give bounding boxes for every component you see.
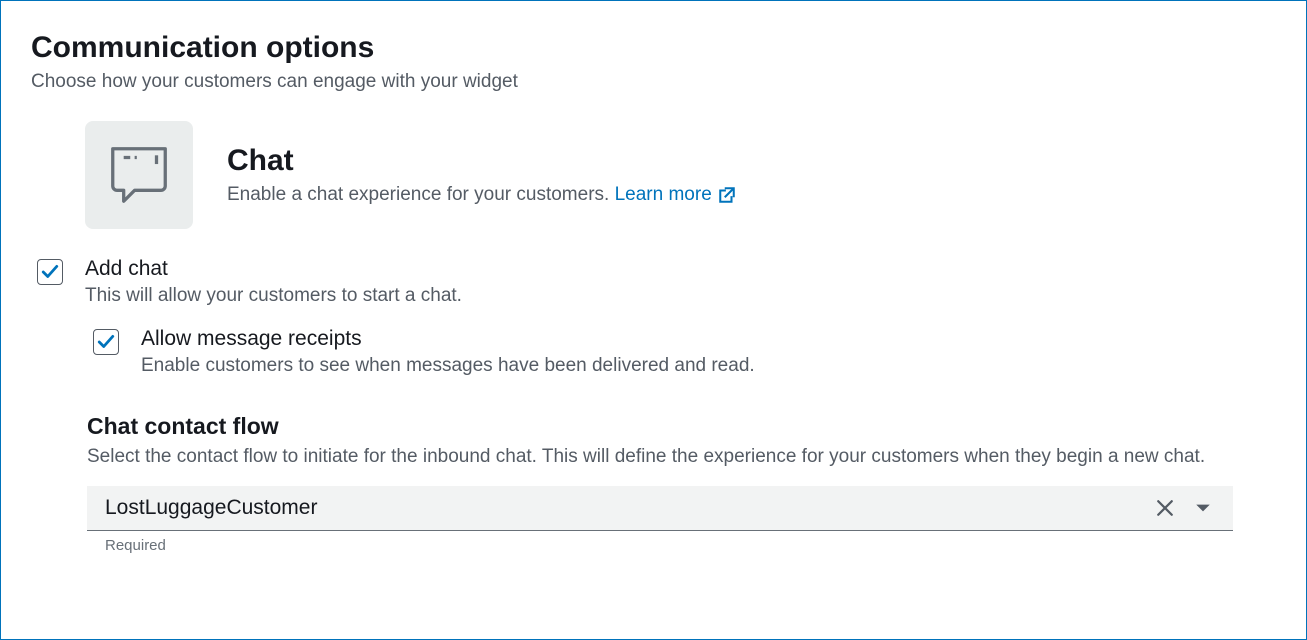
panel-title: Communication options xyxy=(31,31,1276,65)
close-icon xyxy=(1156,499,1174,517)
chat-header: Chat Enable a chat experience for your c… xyxy=(85,121,1276,229)
required-hint: Required xyxy=(105,537,1276,554)
contact-flow-title: Chat contact flow xyxy=(87,413,1276,440)
allow-receipts-description: Enable customers to see when messages ha… xyxy=(141,355,755,377)
external-link-icon xyxy=(718,186,736,204)
chat-header-text: Chat Enable a chat experience for your c… xyxy=(227,144,736,206)
add-chat-option: Add chat This will allow your customers … xyxy=(37,257,1276,307)
allow-receipts-label: Allow message receipts xyxy=(141,327,755,351)
add-chat-description: This will allow your customers to start … xyxy=(85,285,462,307)
learn-more-link[interactable]: Learn more xyxy=(615,184,736,206)
chat-description-text: Enable a chat experience for your custom… xyxy=(227,184,615,205)
checkmark-icon xyxy=(97,333,115,351)
clear-selection-button[interactable] xyxy=(1153,496,1177,520)
panel-subtitle: Choose how your customers can engage wit… xyxy=(31,71,1276,93)
contact-flow-section: Chat contact flow Select the contact flo… xyxy=(87,413,1276,554)
dropdown-toggle[interactable] xyxy=(1191,496,1215,520)
checkmark-icon xyxy=(41,263,59,281)
allow-receipts-checkbox[interactable] xyxy=(93,329,119,355)
add-chat-label: Add chat xyxy=(85,257,462,281)
add-chat-text: Add chat This will allow your customers … xyxy=(85,257,462,307)
chat-description: Enable a chat experience for your custom… xyxy=(227,184,736,206)
communication-options-panel: Communication options Choose how your cu… xyxy=(0,0,1307,640)
chat-heading: Chat xyxy=(227,144,736,178)
chat-bubble-icon xyxy=(85,121,193,229)
contact-flow-select[interactable]: LostLuggageCustomer xyxy=(87,486,1233,531)
chevron-down-icon xyxy=(1194,499,1212,517)
add-chat-checkbox[interactable] xyxy=(37,259,63,285)
contact-flow-value: LostLuggageCustomer xyxy=(105,496,1153,520)
allow-receipts-option: Allow message receipts Enable customers … xyxy=(93,327,1276,377)
allow-receipts-text: Allow message receipts Enable customers … xyxy=(141,327,755,377)
contact-flow-description: Select the contact flow to initiate for … xyxy=(87,446,1276,468)
learn-more-text: Learn more xyxy=(615,184,712,206)
